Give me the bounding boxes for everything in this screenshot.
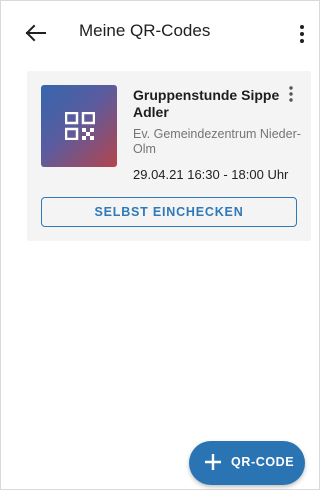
- qr-code-card[interactable]: Gruppenstunde Sippe Adler Ev. Gemeindeze…: [27, 71, 311, 241]
- event-location: Ev. Gemeindezentrum Nieder-Olm: [133, 127, 301, 156]
- event-title: Gruppenstunde Sippe Adler: [133, 87, 280, 120]
- qr-thumbnail: [41, 85, 117, 167]
- fab-label: QR-CODE: [231, 455, 295, 469]
- qr-code-icon: [65, 112, 95, 140]
- arrow-left-icon: [25, 24, 46, 42]
- self-checkin-button[interactable]: SELBST EINCHECKEN: [41, 197, 297, 227]
- card-menu-button[interactable]: [285, 85, 297, 103]
- more-vert-icon: [289, 86, 293, 102]
- page-title: Meine QR-Codes: [79, 21, 211, 40]
- more-vert-icon: [300, 25, 304, 43]
- event-time: 29.04.21 16:30 - 18:00 Uhr: [133, 167, 289, 182]
- app-bar: Meine QR-Codes: [1, 1, 319, 65]
- overflow-menu-button[interactable]: [293, 23, 311, 45]
- phone-screen: Meine QR-Codes Gruppenstunde Sippe Adler: [0, 0, 320, 490]
- plus-icon: [205, 454, 221, 470]
- back-button[interactable]: [25, 23, 47, 43]
- add-qr-code-button[interactable]: QR-CODE: [189, 441, 305, 485]
